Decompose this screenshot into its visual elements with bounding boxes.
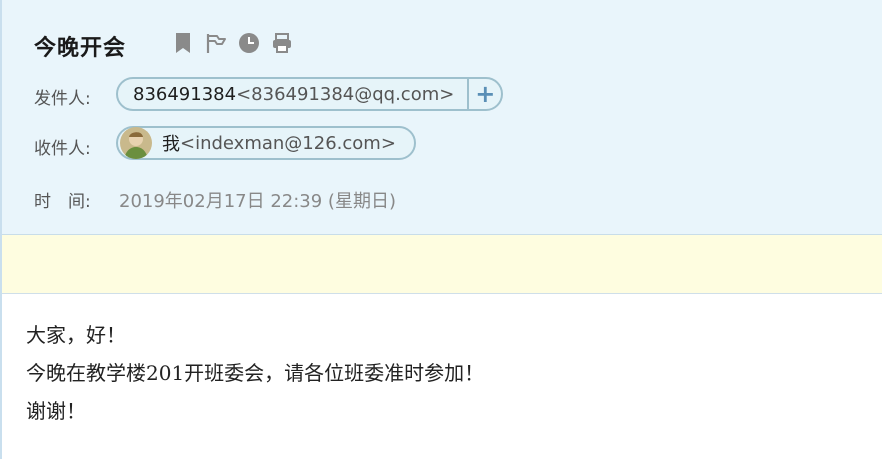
body-line: 谢谢！ — [26, 399, 86, 423]
avatar — [120, 127, 152, 159]
time-label: 时 间: — [34, 192, 91, 212]
mail-date: 2019年02月17日 22:39 (星期日) — [119, 191, 396, 212]
mail-toolbar — [172, 31, 293, 55]
sender-address: <836491384@qq.com> — [236, 83, 455, 105]
body-line: 今晚在教学楼201开班委会，请各位班委准时参加！ — [26, 361, 485, 385]
add-contact-button[interactable]: + — [467, 79, 501, 109]
mail-header: 今晚开会 发件人: 836491384 <836491384@qq.com> +… — [2, 0, 882, 235]
notice-bar — [2, 235, 882, 294]
body-line: 大家，好！ — [26, 323, 126, 347]
sender-label: 发件人: — [34, 89, 91, 109]
recipient-label: 收件人: — [34, 139, 91, 159]
print-icon[interactable] — [271, 31, 293, 55]
mail-reader: 今晚开会 发件人: 836491384 <836491384@qq.com> +… — [0, 0, 882, 459]
sender-chip[interactable]: 836491384 <836491384@qq.com> + — [116, 77, 504, 111]
mail-body: 大家，好！ 今晚在教学楼201开班委会，请各位班委准时参加！ 谢谢！ — [26, 316, 484, 430]
recipient-chip[interactable]: 我 <indexman@126.com> — [116, 126, 416, 160]
clock-icon[interactable] — [238, 31, 260, 55]
sender-name: 836491384 — [133, 83, 237, 105]
bookmark-icon[interactable] — [172, 31, 194, 55]
recipient-name: 我 — [162, 134, 180, 155]
mail-subject: 今晚开会 — [34, 36, 127, 61]
recipient-address: <indexman@126.com> — [180, 132, 396, 154]
flag-icon[interactable] — [205, 31, 227, 55]
